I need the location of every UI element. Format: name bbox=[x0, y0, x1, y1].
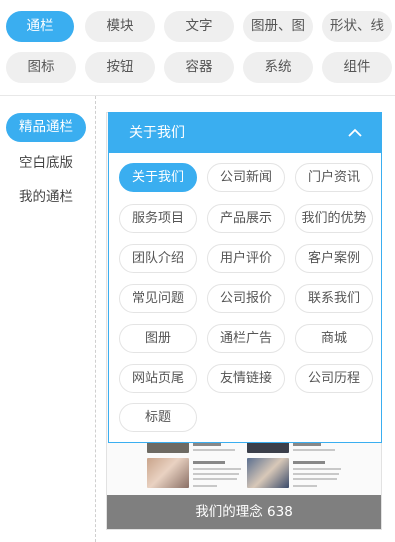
chevron-up-icon[interactable] bbox=[347, 125, 363, 141]
dropdown-option[interactable]: 友情链接 bbox=[207, 364, 285, 393]
category-tab-tonglan[interactable]: 通栏 bbox=[6, 11, 74, 42]
dropdown-option[interactable]: 图册 bbox=[119, 324, 197, 353]
dropdown-option[interactable]: 我们的优势 bbox=[295, 204, 373, 233]
category-tab-rongqi[interactable]: 容器 bbox=[164, 52, 234, 83]
preview-text-line bbox=[193, 473, 239, 475]
side-nav-item-kongbai[interactable]: 空白底版 bbox=[6, 149, 86, 178]
side-nav-item-jingpin[interactable]: 精品通栏 bbox=[6, 113, 86, 142]
dropdown-header[interactable]: 关于我们 bbox=[109, 113, 381, 153]
category-tab-tuce[interactable]: 图册、图 bbox=[243, 11, 313, 42]
category-tab-mokuai[interactable]: 模块 bbox=[85, 11, 155, 42]
category-bar: 通栏 模块 文字 图册、图 形状、线 图标 按钮 容器 系统 组件 bbox=[0, 0, 395, 96]
dropdown-option[interactable]: 公司报价 bbox=[207, 284, 285, 313]
category-tab-tubiao[interactable]: 图标 bbox=[6, 52, 76, 83]
category-tab-anniu[interactable]: 按钮 bbox=[85, 52, 155, 83]
preview-text-line bbox=[193, 478, 237, 480]
dropdown-option[interactable]: 客户案例 bbox=[295, 244, 373, 273]
preview-text-line bbox=[193, 468, 241, 470]
dropdown-option[interactable]: 服务项目 bbox=[119, 204, 197, 233]
category-tab-zujian[interactable]: 组件 bbox=[322, 52, 392, 83]
preview-text-line bbox=[293, 449, 335, 451]
side-nav-item-wode[interactable]: 我的通栏 bbox=[6, 183, 86, 212]
dropdown-option[interactable]: 关于我们 bbox=[119, 163, 197, 192]
dropdown-option[interactable]: 公司新闻 bbox=[207, 163, 285, 192]
preview-text-line bbox=[293, 443, 321, 446]
preview-text-line bbox=[193, 443, 221, 446]
dropdown-option[interactable]: 团队介绍 bbox=[119, 244, 197, 273]
template-dropdown-panel: 关于我们 关于我们 公司新闻 门户资讯 服务项目 产品展示 我们的优势 团队介绍… bbox=[108, 112, 382, 443]
preview-text-line bbox=[193, 485, 217, 487]
preview-text-line bbox=[293, 468, 341, 470]
dropdown-option[interactable]: 门户资讯 bbox=[295, 163, 373, 192]
preview-text-line bbox=[293, 478, 337, 480]
category-tab-wenzi[interactable]: 文字 bbox=[164, 11, 234, 42]
category-tab-xitong[interactable]: 系统 bbox=[243, 52, 313, 83]
dropdown-option[interactable]: 标题 bbox=[119, 403, 197, 432]
preview-text-line bbox=[293, 473, 339, 475]
dropdown-option[interactable]: 产品展示 bbox=[207, 204, 285, 233]
dropdown-option[interactable]: 商城 bbox=[295, 324, 373, 353]
preview-thumbnail bbox=[247, 458, 289, 488]
preview-footer-label: 我们的理念 638 bbox=[107, 495, 381, 529]
dropdown-option[interactable]: 联系我们 bbox=[295, 284, 373, 313]
category-tab-xingzhuang[interactable]: 形状、线 bbox=[322, 11, 392, 42]
preview-thumbnail bbox=[147, 458, 189, 488]
dropdown-option[interactable]: 用户评价 bbox=[207, 244, 285, 273]
preview-text-line bbox=[193, 449, 235, 451]
preview-text-line bbox=[193, 461, 225, 464]
preview-text-line bbox=[293, 485, 317, 487]
dropdown-option[interactable]: 公司历程 bbox=[295, 364, 373, 393]
side-nav: 精品通栏 空白底版 我的通栏 bbox=[0, 96, 96, 542]
dropdown-option[interactable]: 常见问题 bbox=[119, 284, 197, 313]
dropdown-option[interactable]: 通栏广告 bbox=[207, 324, 285, 353]
dropdown-selected-label: 关于我们 bbox=[129, 125, 185, 141]
dropdown-option[interactable]: 网站页尾 bbox=[119, 364, 197, 393]
preview-text-line bbox=[293, 461, 325, 464]
